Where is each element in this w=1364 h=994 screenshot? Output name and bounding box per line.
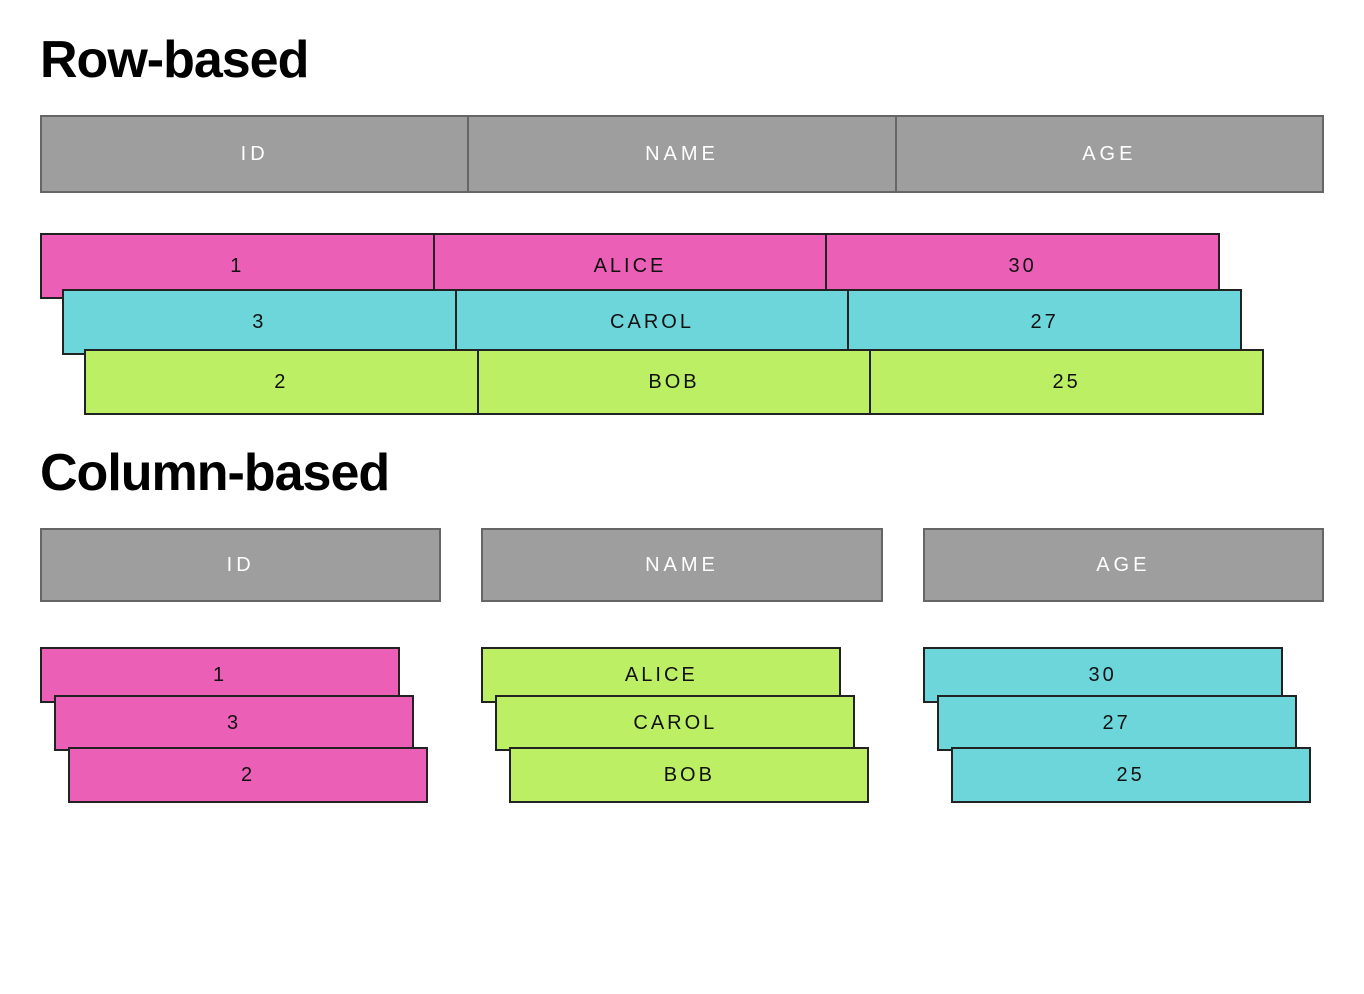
row3-id: 2 [86,351,479,413]
col-id-cell-2: 3 [54,695,414,751]
col-age-cell-2: 27 [937,695,1297,751]
col-area: ID 1 3 2 NAME ALICE CAROL BOB AGE 30 27 … [40,528,1324,827]
row2-id: 3 [64,291,457,353]
row1-name: ALICE [435,235,828,297]
col-group-id: ID 1 3 2 [40,528,441,827]
row1-age: 30 [827,235,1218,297]
row-stack: 1 ALICE 30 3 CAROL 27 2 BOB 25 [40,233,1324,433]
row3-name: BOB [479,351,872,413]
row-header-age: AGE [897,117,1322,191]
row-based-row-3: 2 BOB 25 [84,349,1264,415]
row3-age: 25 [871,351,1262,413]
col-id-cell-3: 2 [68,747,428,803]
row-based-row-2: 3 CAROL 27 [62,289,1242,355]
col-header-name: NAME [481,528,882,602]
col-stack-id: 1 3 2 [40,647,441,827]
col-name-cell-3: BOB [509,747,869,803]
row2-age: 27 [849,291,1240,353]
col-age-cell-3: 25 [951,747,1311,803]
row-header: ID NAME AGE [40,115,1324,193]
row-section-title: Row-based [40,30,1324,90]
row2-name: CAROL [457,291,850,353]
row-header-id: ID [42,117,469,191]
col-header-id: ID [40,528,441,602]
col-group-age: AGE 30 27 25 [923,528,1324,827]
col-section-title: Column-based [40,443,1324,503]
row-header-name: NAME [469,117,896,191]
col-header-age: AGE [923,528,1324,602]
row1-id: 1 [42,235,435,297]
col-group-name: NAME ALICE CAROL BOB [481,528,882,827]
col-name-cell-2: CAROL [495,695,855,751]
col-stack-name: ALICE CAROL BOB [481,647,882,827]
col-stack-age: 30 27 25 [923,647,1324,827]
